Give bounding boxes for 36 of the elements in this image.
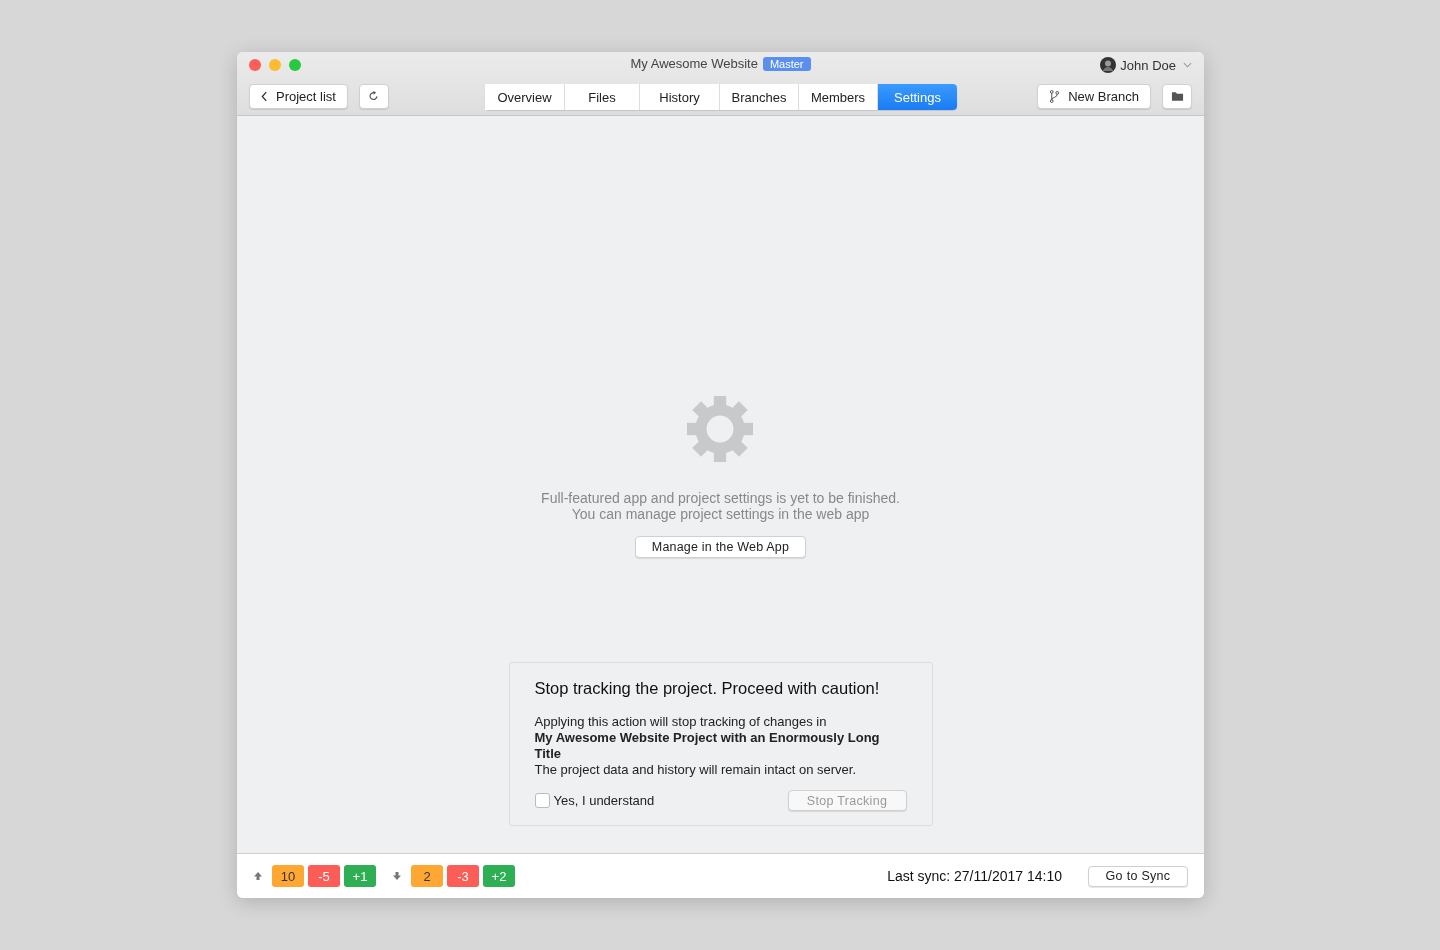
go-to-sync-button[interactable]: Go to Sync <box>1088 865 1188 887</box>
project-list-button[interactable]: Project list <box>249 83 348 109</box>
change-count-badge: -5 <box>308 865 340 887</box>
card-description: Applying this action will stop tracking of changes in My Awesome Website Project with an Enormously Long Title The project data and history will remain intact on server. <box>534 714 881 778</box>
avatar-icon <box>1100 57 1117 73</box>
tab[interactable]: Overview <box>485 84 565 110</box>
change-count-badge: 10 <box>272 865 304 887</box>
refresh-icon <box>367 90 381 102</box>
card-title: Stop tracking the project. Proceed with caution! <box>534 679 881 698</box>
chevron-down-icon <box>1183 62 1192 68</box>
tab[interactable]: History <box>640 84 720 110</box>
user-menu[interactable]: John Doe <box>1100 57 1192 73</box>
folder-button[interactable] <box>1162 83 1192 109</box>
manage-web-app-button[interactable]: Manage in the Web App <box>634 536 807 558</box>
minimize-button[interactable] <box>269 59 281 71</box>
arrow-up-icon <box>253 871 263 881</box>
chevron-left-icon <box>261 90 268 102</box>
maximize-button[interactable] <box>289 59 301 71</box>
change-count-badge: -3 <box>447 865 479 887</box>
understand-checkbox[interactable]: Yes, I understand <box>534 793 655 808</box>
arrow-down-icon <box>392 871 402 881</box>
settings-message: Full-featured app and project settings is yet to be finished. You can manage project settings in the web app <box>541 490 900 522</box>
folder-icon <box>1170 90 1184 102</box>
branch-badge: Master <box>762 56 811 71</box>
tab[interactable]: Branches <box>720 84 799 110</box>
tab[interactable]: Files <box>565 84 640 110</box>
new-branch-button[interactable]: New Branch <box>1037 83 1151 109</box>
window-title: My Awesome Website <box>630 56 758 71</box>
change-count-badge: +1 <box>344 865 376 887</box>
tab[interactable]: Members <box>799 84 878 110</box>
change-count-badge: +2 <box>483 865 515 887</box>
close-button[interactable] <box>249 59 261 71</box>
change-count-badge: 2 <box>411 865 443 887</box>
branch-icon <box>1049 89 1061 103</box>
refresh-button[interactable] <box>358 83 389 109</box>
last-sync-text: Last sync: 27/11/2017 14:10 <box>887 868 1062 884</box>
